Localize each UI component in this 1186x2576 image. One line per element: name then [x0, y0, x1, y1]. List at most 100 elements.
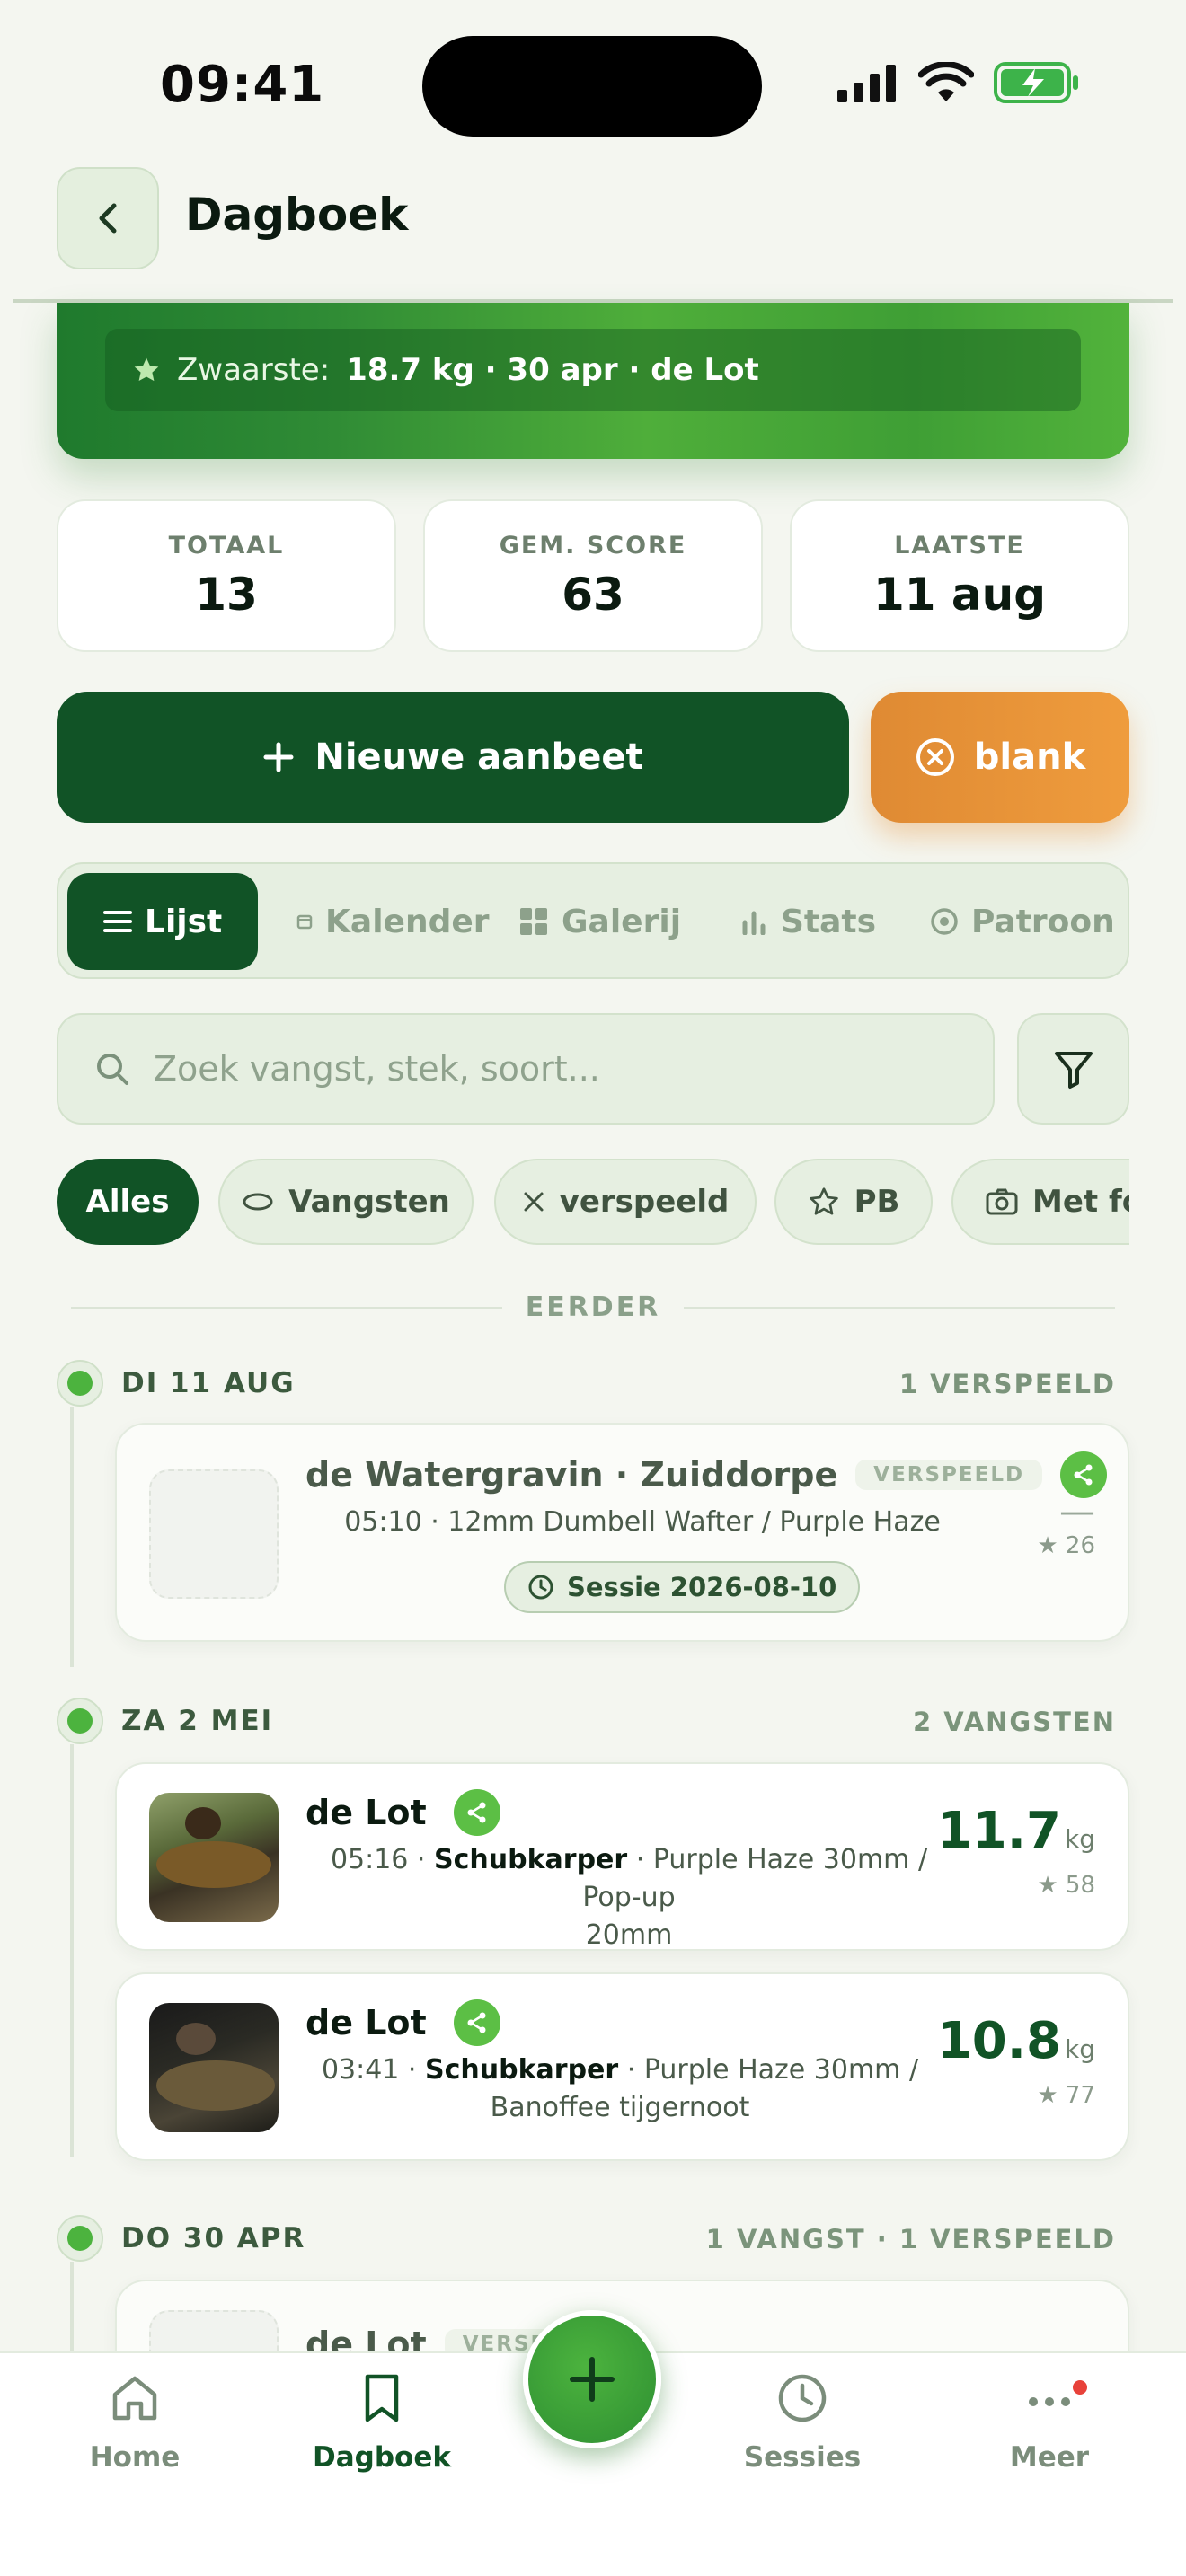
- camera-icon: [986, 1188, 1018, 1215]
- dynamic-island: [422, 36, 762, 137]
- heaviest-catch-row: Zwaarste: 18.7 kg · 30 apr · de Lot: [105, 329, 1081, 411]
- catch-bait: · Purple Haze 30mm / Pop-up: [582, 1844, 928, 1913]
- tab-calendar[interactable]: Kalender: [296, 873, 490, 970]
- stat-label: LAATSTE: [894, 531, 1025, 560]
- chip-all[interactable]: Alles: [57, 1159, 199, 1245]
- stat-total: TOTAAL 13: [57, 499, 396, 652]
- day-label: DI 11 AUG: [121, 1367, 296, 1399]
- wifi-icon: [918, 62, 974, 101]
- tab-stats[interactable]: Stats: [739, 873, 876, 970]
- weight-value: 10.8: [936, 2012, 1061, 2070]
- share-button[interactable]: [453, 1999, 500, 2046]
- stat-value: 63: [562, 568, 624, 621]
- chip-catches[interactable]: Vangsten: [218, 1159, 474, 1245]
- catch-meta: 03:41 · Schubkarper · Purple Haze 30mm /…: [305, 2051, 934, 2127]
- grid-icon: [520, 908, 547, 935]
- tab-label: Patroon: [971, 903, 1115, 940]
- card-title-row: de Lot: [305, 1789, 500, 1836]
- tab-label: Kalender: [325, 903, 490, 940]
- close-circle-icon: [916, 738, 954, 776]
- stat-avg-score: GEM. SCORE 63: [423, 499, 763, 652]
- heaviest-value: 18.7 kg · 30 apr · de Lot: [346, 352, 759, 388]
- spot-title: de Lot: [305, 1793, 427, 1832]
- chip-pb[interactable]: PB: [774, 1159, 933, 1245]
- add-fab-button[interactable]: [523, 2310, 661, 2448]
- nav-sessies[interactable]: Sessies: [712, 2371, 892, 2474]
- search-icon: [97, 1054, 128, 1085]
- status-time: 09:41: [160, 56, 325, 114]
- fish-icon: [243, 1193, 273, 1211]
- session-link[interactable]: Sessie 2026-08-10: [504, 1561, 861, 1613]
- catch-card[interactable]: de Lot 05:16 · Schubkarper · Purple Haze…: [115, 1762, 1129, 1951]
- timeline-dot: [57, 2215, 103, 2262]
- catch-species: Schubkarper: [425, 2054, 619, 2086]
- battery-icon: [994, 62, 1078, 103]
- tab-label: Stats: [781, 903, 877, 940]
- day-count: 1 VANGST · 1 VERSPEELD: [705, 2224, 1116, 2254]
- timeline-line: [70, 2262, 74, 2360]
- search-input[interactable]: [154, 1049, 944, 1089]
- catch-photo: [149, 2003, 279, 2132]
- notification-dot: [1073, 2380, 1087, 2395]
- divider: [70, 1306, 502, 1309]
- stat-value: 13: [195, 568, 258, 621]
- stat-label: TOTAAL: [168, 531, 285, 560]
- catch-bait-cont: 20mm: [585, 1919, 673, 1951]
- tab-list[interactable]: Lijst: [67, 873, 259, 970]
- card-title-row: de Watergravin · Zuiddorpe VERSPEELD: [305, 1451, 1108, 1498]
- nav-dagboek[interactable]: Dagboek: [292, 2371, 472, 2474]
- new-bite-button[interactable]: Nieuwe aanbeet: [57, 692, 849, 823]
- clock-icon: [528, 1575, 553, 1600]
- status-icons: [836, 61, 1080, 104]
- share-icon: [467, 1802, 486, 1823]
- catch-bait-cont: Banoffee tijgernoot: [490, 2092, 750, 2123]
- spot-title: de Watergravin · Zuiddorpe: [305, 1455, 838, 1495]
- nav-label: Home: [89, 2441, 181, 2474]
- carp-photo: [156, 2023, 275, 2111]
- timeline-dot: [57, 1698, 103, 1744]
- day-count: 1 VERSPEELD: [898, 1369, 1116, 1399]
- more-icon: [1029, 2397, 1070, 2406]
- tab-label: Lijst: [145, 903, 223, 940]
- blank-label: blank: [973, 737, 1086, 778]
- tab-pattern[interactable]: Patroon: [930, 873, 1115, 970]
- chip-label: PB: [854, 1184, 900, 1220]
- close-icon: [524, 1192, 544, 1212]
- score: ★ 58: [1037, 1872, 1095, 1899]
- section-header: EERDER: [0, 1292, 1186, 1323]
- chip-lost[interactable]: verspeeld: [494, 1159, 757, 1245]
- chip-with-photo[interactable]: Met fo: [951, 1159, 1129, 1245]
- catch-weight: 11.7 kg: [937, 1802, 1095, 1860]
- weight-value: 11.7: [936, 1802, 1061, 1860]
- catch-meta-line: 05:16 · Schubkarper · Purple Haze 30mm /…: [305, 1841, 952, 1917]
- nav-home[interactable]: Home: [45, 2371, 225, 2474]
- day-label: ZA 2 MEI: [121, 1705, 274, 1737]
- share-icon: [467, 2012, 486, 2033]
- score: ★ 26: [1037, 1532, 1095, 1559]
- filter-button[interactable]: [1017, 1013, 1129, 1125]
- share-button[interactable]: [453, 1789, 500, 1836]
- catch-card[interactable]: de Watergravin · Zuiddorpe VERSPEELD 05:…: [115, 1423, 1129, 1642]
- stat-value: 11 aug: [872, 568, 1047, 621]
- day-count: 2 VANGSTEN: [912, 1707, 1116, 1737]
- blank-button[interactable]: blank: [871, 692, 1129, 823]
- chip-label: Alles: [85, 1184, 170, 1220]
- catch-photo: [149, 1793, 279, 1922]
- nav-meer[interactable]: Meer: [960, 2371, 1139, 2474]
- divider: [684, 1306, 1116, 1309]
- chevron-left-icon: [99, 203, 117, 234]
- timeline-line: [70, 1744, 74, 2157]
- back-button[interactable]: [57, 167, 159, 269]
- stat-latest: LAATSTE 11 aug: [790, 499, 1129, 652]
- catch-card[interactable]: de Lot 03:41 · Schubkarper · Purple Haze…: [115, 1972, 1129, 2161]
- tab-gallery[interactable]: Galerij: [518, 873, 681, 970]
- catch-thumbnail-placeholder: [149, 1469, 279, 1599]
- carp-photo: [156, 1807, 271, 1888]
- home-icon: [112, 2376, 157, 2421]
- tab-label: Galerij: [562, 903, 682, 940]
- search-box: [57, 1013, 995, 1125]
- bookmark-icon: [365, 2374, 399, 2422]
- nav-label: Sessies: [743, 2441, 862, 2474]
- catch-meta-line: 03:41 · Schubkarper · Purple Haze 30mm /: [305, 2051, 934, 2089]
- weight-unit: kg: [1065, 1824, 1095, 1854]
